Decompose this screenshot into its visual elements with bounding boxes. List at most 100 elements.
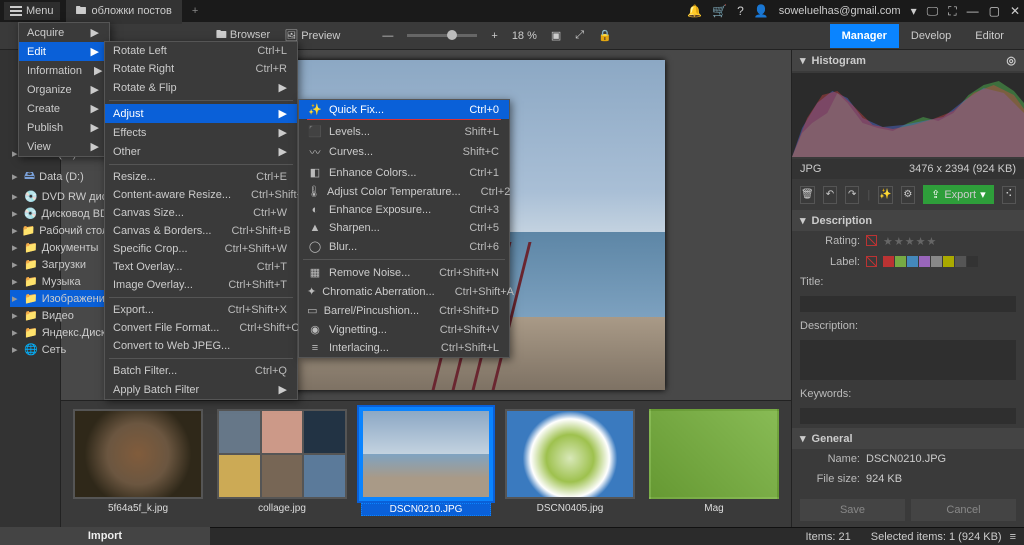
cart-icon[interactable]: 🛒 (712, 4, 727, 18)
menu-item[interactable]: ◧Enhance Colors...Ctrl+1 (299, 163, 509, 182)
save-button[interactable]: Save (800, 499, 905, 521)
minimize-icon[interactable]: — (967, 4, 979, 18)
thumbnail[interactable]: 5f64a5f_k.jpg (73, 409, 203, 514)
fit-icon[interactable]: ▣ (551, 29, 561, 42)
menu-item[interactable]: Canvas & Borders...Ctrl+Shift+B (105, 222, 297, 240)
import-button[interactable]: Import (0, 527, 210, 545)
menu-item[interactable]: Specific Crop...Ctrl+Shift+W (105, 240, 297, 258)
menu-item[interactable]: Organize▶ (19, 80, 109, 99)
menu-item[interactable]: Acquire▶ (19, 23, 109, 42)
thumbnail[interactable]: collage.jpg (217, 409, 347, 514)
zoom-in-icon[interactable]: + (491, 30, 497, 42)
tree-item[interactable]: ▸💿DVD RW дис (10, 188, 110, 205)
color-swatch[interactable] (907, 256, 918, 267)
color-swatch[interactable] (943, 256, 954, 267)
color-swatch[interactable] (883, 256, 894, 267)
menu-item[interactable]: Create▶ (19, 99, 109, 118)
rotate-left-icon[interactable]: ↶ (823, 186, 837, 204)
menu-item[interactable]: Rotate LeftCtrl+L (105, 42, 297, 60)
menu-item[interactable]: Adjust▶ (105, 104, 297, 123)
tree-item[interactable]: ▸📁Видео (10, 307, 110, 324)
title-input[interactable] (800, 296, 1016, 312)
color-swatch[interactable] (931, 256, 942, 267)
maximize-icon[interactable]: ▢ (989, 4, 1000, 18)
menu-item[interactable]: Information▶ (19, 61, 109, 80)
new-tab-button[interactable]: + (192, 5, 198, 17)
menu-item[interactable]: ✨Quick Fix...Ctrl+0 (299, 100, 509, 119)
menu-item[interactable]: ▦Remove Noise...Ctrl+Shift+N (299, 263, 509, 282)
menu-item[interactable]: Apply Batch Filter▶ (105, 380, 297, 399)
keywords-input[interactable] (800, 408, 1016, 424)
actual-size-icon[interactable]: ⤢ (575, 29, 584, 42)
tree-item[interactable]: ▸📁Музыка (10, 273, 110, 290)
color-swatch[interactable] (919, 256, 930, 267)
rating-clear-icon[interactable] (866, 235, 877, 246)
color-swatch[interactable] (955, 256, 966, 267)
trash-icon[interactable]: 🗑 (800, 186, 815, 204)
menu-item[interactable]: 〰Curves...Shift+C (299, 141, 509, 163)
menu-item[interactable]: ▭Barrel/Pincushion...Ctrl+Shift+D (299, 301, 509, 320)
tab-manager[interactable]: Manager (830, 24, 899, 48)
zoom-slider[interactable] (407, 34, 477, 37)
menu-item[interactable]: ◯Blur...Ctrl+6 (299, 237, 509, 256)
menu-item[interactable]: Batch Filter...Ctrl+Q (105, 362, 297, 380)
label-clear-icon[interactable] (866, 256, 877, 267)
menu-item[interactable]: Convert File Format...Ctrl+Shift+O (105, 319, 297, 337)
menu-item[interactable]: ◐Enhance Exposure...Ctrl+3 (299, 201, 509, 219)
bell-icon[interactable]: 🔔 (687, 4, 702, 18)
tree-item[interactable]: ▸🖴Data (D:) (10, 165, 110, 188)
help-icon[interactable]: ? (737, 4, 744, 18)
target-icon[interactable]: ◎ (1006, 54, 1016, 67)
tree-item[interactable]: ▸💿Дисковод BD (10, 205, 110, 222)
tab-editor[interactable]: Editor (963, 24, 1016, 48)
tree-item[interactable]: ▸📁Загрузки (10, 256, 110, 273)
magic-icon[interactable]: ✨ (878, 186, 892, 204)
document-tab[interactable]: 🖿 обложки постов (66, 0, 182, 24)
thumbnail-selected[interactable]: DSCN0210.JPG (361, 409, 491, 516)
menu-item[interactable]: Canvas Size...Ctrl+W (105, 204, 297, 222)
menu-item[interactable]: 🌡Adjust Color Temperature...Ctrl+2 (299, 182, 509, 201)
general-header[interactable]: ▾ General (792, 428, 1024, 449)
chevron-down-icon[interactable]: ▾ (911, 4, 917, 18)
close-icon[interactable]: ✕ (1010, 4, 1020, 18)
menu-item[interactable]: ▲Sharpen...Ctrl+5 (299, 219, 509, 237)
rating-stars[interactable]: ★★★★★ (883, 235, 937, 248)
tab-develop[interactable]: Develop (899, 24, 963, 48)
zoom-out-icon[interactable]: — (382, 30, 393, 42)
menu-item[interactable]: Convert to Web JPEG... (105, 337, 297, 355)
menu-item[interactable]: Image Overlay...Ctrl+Shift+T (105, 276, 297, 294)
menu-item[interactable]: Edit▶ (19, 42, 109, 61)
user-email[interactable]: soweluelhas@gmail.com (779, 5, 901, 17)
tree-item[interactable]: ▸📁Яндекс.Диск (10, 324, 110, 341)
menu-item[interactable]: Resize...Ctrl+E (105, 168, 297, 186)
main-menu-button[interactable]: Menu (4, 2, 60, 20)
rotate-right-icon[interactable]: ↷ (845, 186, 859, 204)
settings-icon[interactable]: ⚙ (901, 186, 915, 204)
thumbnail[interactable]: DSCN0405.jpg (505, 409, 635, 514)
monitor-icon[interactable]: 🖵 (927, 4, 939, 19)
tree-item[interactable]: ▸📁Документы (10, 239, 110, 256)
tree-item[interactable]: ▸📁Изображени (10, 290, 110, 307)
color-labels[interactable] (883, 256, 978, 268)
menu-item[interactable]: Publish▶ (19, 118, 109, 137)
menu-item[interactable]: ◉Vignetting...Ctrl+Shift+V (299, 320, 509, 339)
color-swatch[interactable] (895, 256, 906, 267)
menu-item[interactable]: ✦Chromatic Aberration...Ctrl+Shift+A (299, 282, 509, 301)
menu-item[interactable]: ⬛Levels...Shift+L (299, 122, 509, 141)
lock-icon[interactable]: 🔒 (598, 29, 612, 42)
color-swatch[interactable] (967, 256, 978, 267)
thumbnail[interactable]: Mag (649, 409, 779, 514)
status-menu-icon[interactable]: ≡ (1010, 531, 1016, 543)
histogram-header[interactable]: ▾ Histogram ◎ (792, 50, 1024, 71)
menu-item[interactable]: View▶ (19, 137, 109, 156)
menu-item[interactable]: Export...Ctrl+Shift+X (105, 301, 297, 319)
menu-item[interactable]: Rotate & Flip▶ (105, 78, 297, 97)
menu-item[interactable]: Rotate RightCtrl+R (105, 60, 297, 78)
tree-item[interactable]: ▸🌐Сеть (10, 341, 110, 358)
menu-item[interactable]: Content-aware Resize...Ctrl+Shift+E (105, 186, 297, 204)
fullscreen-icon[interactable]: ⛶ (948, 4, 956, 19)
cancel-button[interactable]: Cancel (911, 499, 1016, 521)
menu-item[interactable]: ≡Interlacing...Ctrl+Shift+L (299, 339, 509, 357)
tree-item[interactable]: ▸📁Рабочий стол (10, 222, 110, 239)
description-input[interactable] (800, 340, 1016, 380)
